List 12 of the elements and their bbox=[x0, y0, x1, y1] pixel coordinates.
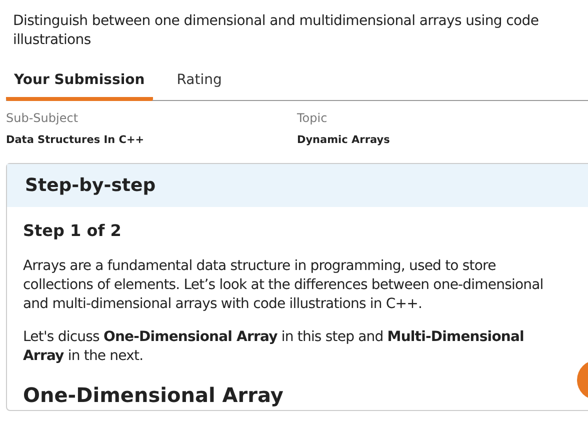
paragraph: Let's dicuss One-Dimensional Array in this step and Multi-Dimensional Array in the next. bbox=[23, 328, 525, 366]
field-label: Sub-Subject bbox=[6, 110, 80, 127]
step-title: Step 1 of 2 bbox=[23, 220, 122, 242]
section-heading: One-Dimensional Array bbox=[23, 382, 284, 409]
tab[interactable]: Your Submission bbox=[6, 64, 153, 101]
field-value: Data Structures In C++ bbox=[6, 133, 146, 148]
tab[interactable]: Rating bbox=[168, 64, 230, 101]
field-value: Dynamic Arrays bbox=[297, 133, 391, 148]
paragraph: Arrays are a fundamental data structure in programming, used to store collections of elements. Let’s look at the differences between one-dimensional and multi-dimensional arrays with code illustrations in C++. bbox=[23, 256, 544, 314]
card-header: Step-by-step bbox=[7, 164, 588, 207]
question-text: Distinguish between one dimensional and multidimensional arrays using code illustrations bbox=[12, 12, 540, 50]
field-label: Topic bbox=[297, 110, 328, 127]
